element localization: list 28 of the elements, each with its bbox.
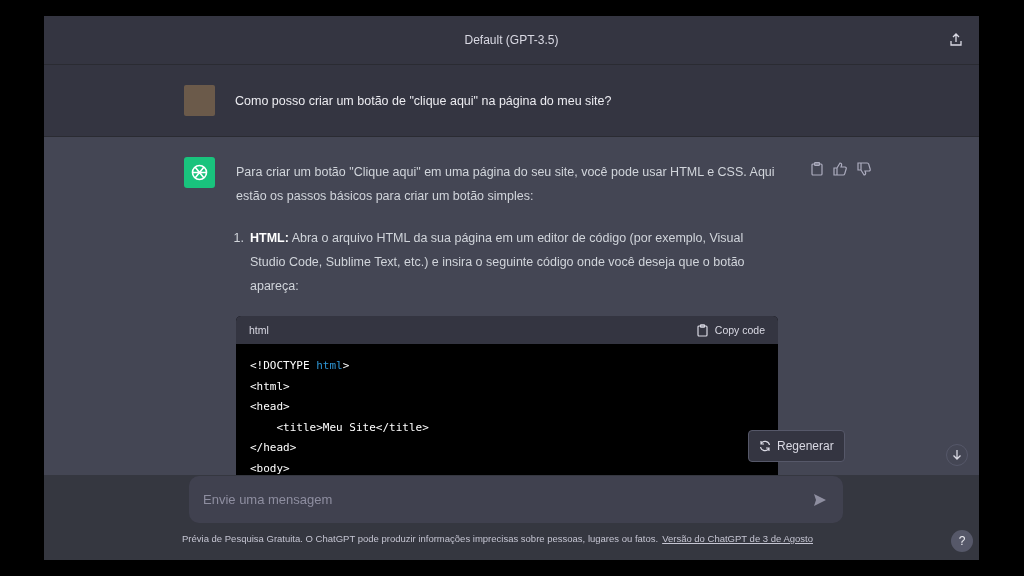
photo-placeholder (184, 85, 215, 116)
code-line: <body> (250, 460, 290, 475)
code-language: html (249, 324, 269, 336)
clipboard-icon (696, 323, 708, 337)
clipboard-icon[interactable] (811, 162, 823, 176)
user-message: Como posso criar um botão de "clique aqui" na página do meu site? (235, 93, 612, 108)
list-number: 1. (232, 230, 244, 247)
code-line: <html> (250, 378, 290, 395)
send-icon[interactable] (813, 493, 827, 507)
code-line: <title>Meu Site</title> (275, 419, 429, 436)
code-line: </head> (250, 440, 297, 456)
version-link[interactable]: Versão do ChatGPT de 3 de Agosto (662, 533, 813, 544)
disclaimer-text: Prévia de Pesquisa Gratuita. O ChatGPT pode produzir informações imprecisas sobre pessoas, lugares ou fatos. (182, 533, 659, 544)
thumbs-up-icon[interactable] (833, 162, 847, 176)
share-icon[interactable] (949, 33, 963, 47)
regenerate-button[interactable]: Regenerar (748, 430, 845, 462)
thumbs-down-icon[interactable] (857, 162, 871, 176)
code-line: <head> (250, 399, 290, 415)
code-line: <!DOCTYPE html> (250, 358, 350, 374)
refresh-icon (759, 440, 771, 452)
model-title: Default (GPT-3.5) (464, 33, 559, 47)
assistant-logo-icon (184, 157, 215, 188)
step-paragraph: HTML: Abra o arquivo HTML da sua página em um editor de código (por exemplo, Visual Studio Code, Sublime Text, etc.) e insira o seguinte código onde você deseja que o botão apareça: (250, 230, 746, 295)
scroll-down-icon[interactable] (946, 444, 968, 466)
message-input-field[interactable]: Envie uma mensagem (189, 476, 843, 523)
help-button[interactable]: ? (951, 530, 973, 552)
response-paragraph: Para criar um botão "Clique aqui" em uma página do seu site, você pode usar HTML e CSS. Aqui estão os passos básicos para criar um botão simples: (236, 164, 776, 205)
copy-code-button[interactable]: Copy code (696, 323, 765, 337)
